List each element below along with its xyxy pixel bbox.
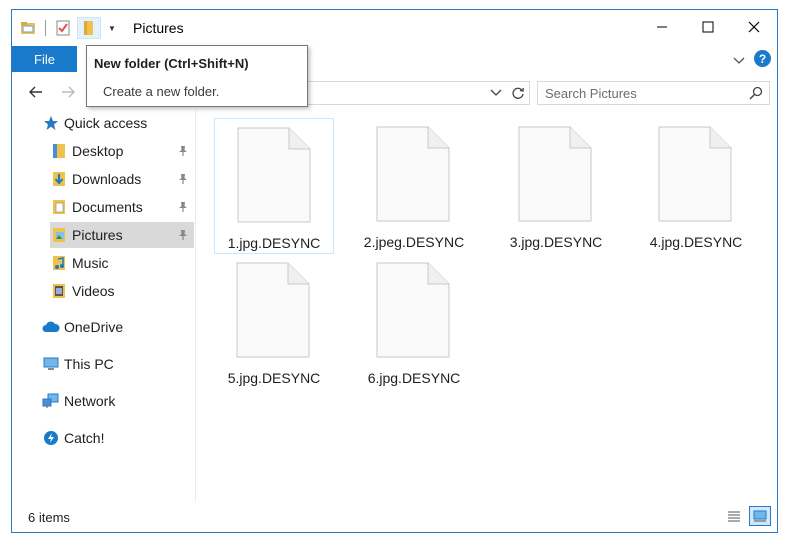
nav-network-label: Network xyxy=(64,393,116,409)
customize-toolbar-dropdown[interactable]: ▼ xyxy=(105,24,119,33)
new-folder-tooltip: New folder (Ctrl+Shift+N) Create a new f… xyxy=(86,45,308,107)
nav-item-videos[interactable]: Videos xyxy=(50,278,194,304)
maximize-button[interactable] xyxy=(685,10,731,44)
help-button[interactable]: ? xyxy=(754,50,771,67)
search-icon[interactable] xyxy=(749,86,763,103)
network-icon xyxy=(42,392,60,410)
nav-item-music[interactable]: Music xyxy=(50,250,194,276)
blank-file-icon xyxy=(376,262,450,358)
blank-file-icon xyxy=(236,262,310,358)
nav-onedrive[interactable]: OneDrive xyxy=(42,314,192,340)
new-folder-button[interactable] xyxy=(77,17,101,39)
tooltip-description: Create a new folder. xyxy=(103,84,220,99)
back-button[interactable] xyxy=(25,82,47,102)
pin-icon[interactable] xyxy=(178,144,188,160)
search-box[interactable]: Search Pictures xyxy=(537,81,770,105)
downloads-icon xyxy=(50,170,68,188)
file-name: 4.jpg.DESYNC xyxy=(649,234,743,250)
file-name: 6.jpg.DESYNC xyxy=(367,370,461,386)
pin-icon[interactable] xyxy=(178,172,188,188)
blank-file-icon xyxy=(376,126,450,222)
nav-network[interactable]: Network xyxy=(42,388,192,414)
forward-button[interactable] xyxy=(57,82,79,102)
nav-item-label: Documents xyxy=(72,199,143,215)
file-item[interactable]: 6.jpg.DESYNC xyxy=(354,254,474,390)
file-item[interactable]: 2.jpeg.DESYNC xyxy=(354,118,474,254)
large-icons-view-button[interactable] xyxy=(749,506,771,526)
file-item[interactable]: 1.jpg.DESYNC xyxy=(214,118,334,254)
catch-app-icon xyxy=(42,429,60,447)
nav-item-downloads[interactable]: Downloads xyxy=(50,166,194,192)
tooltip-title: New folder (Ctrl+Shift+N) xyxy=(94,56,249,71)
star-icon xyxy=(42,114,60,132)
refresh-button[interactable] xyxy=(508,83,528,103)
file-name: 1.jpg.DESYNC xyxy=(227,235,321,251)
file-list-area: 1.jpg.DESYNC 2.jpeg.DESYNC 3.jpg.DESYNC … xyxy=(208,114,773,504)
address-history-chevron-icon[interactable] xyxy=(490,85,502,100)
folder-app-icon[interactable] xyxy=(18,18,38,38)
desktop-icon xyxy=(50,142,68,160)
minimize-button[interactable] xyxy=(639,10,685,44)
search-placeholder: Search Pictures xyxy=(545,86,637,101)
file-name: 2.jpeg.DESYNC xyxy=(363,234,465,250)
title-bar: ▼ Pictures xyxy=(12,10,777,46)
properties-icon[interactable] xyxy=(53,18,73,38)
computer-icon xyxy=(42,355,60,373)
nav-catch[interactable]: Catch! xyxy=(42,425,192,451)
file-tab[interactable]: File xyxy=(12,46,77,72)
pictures-icon xyxy=(50,226,68,244)
nav-quick-access[interactable]: Quick access xyxy=(42,110,192,136)
pin-icon[interactable] xyxy=(178,228,188,244)
file-item[interactable]: 5.jpg.DESYNC xyxy=(214,254,334,390)
documents-icon xyxy=(50,198,68,216)
view-toggle xyxy=(723,506,771,526)
nav-quick-access-label: Quick access xyxy=(64,115,148,131)
window-controls xyxy=(639,10,777,44)
nav-item-pictures[interactable]: Pictures xyxy=(50,222,194,248)
cloud-icon xyxy=(42,318,60,336)
music-icon xyxy=(50,254,68,272)
blank-file-icon xyxy=(658,126,732,222)
nav-this-pc[interactable]: This PC xyxy=(42,351,192,377)
nav-catch-label: Catch! xyxy=(64,430,105,446)
details-view-button[interactable] xyxy=(723,506,745,526)
pin-icon[interactable] xyxy=(178,200,188,216)
nav-onedrive-label: OneDrive xyxy=(64,319,124,335)
expand-ribbon-chevron-icon[interactable] xyxy=(733,53,745,68)
nav-item-desktop[interactable]: Desktop xyxy=(50,138,194,164)
file-name: 3.jpg.DESYNC xyxy=(509,234,603,250)
nav-item-label: Downloads xyxy=(72,171,142,187)
nav-item-label: Videos xyxy=(72,283,115,299)
file-item[interactable]: 3.jpg.DESYNC xyxy=(496,118,616,254)
nav-item-documents[interactable]: Documents xyxy=(50,194,194,220)
file-name: 5.jpg.DESYNC xyxy=(227,370,321,386)
videos-icon xyxy=(50,282,68,300)
toolbar-separator xyxy=(45,20,46,36)
close-button[interactable] xyxy=(731,10,777,44)
nav-item-label: Pictures xyxy=(72,227,123,243)
window-title: Pictures xyxy=(133,20,184,36)
nav-item-label: Music xyxy=(72,255,109,271)
nav-item-label: Desktop xyxy=(72,143,124,159)
nav-this-pc-label: This PC xyxy=(64,356,114,372)
blank-file-icon xyxy=(518,126,592,222)
status-item-count: 6 items xyxy=(28,510,70,525)
blank-file-icon xyxy=(237,127,311,223)
quick-access-toolbar: ▼ xyxy=(18,17,119,39)
pane-splitter[interactable] xyxy=(195,110,196,502)
file-item[interactable]: 4.jpg.DESYNC xyxy=(636,118,756,254)
navigation-pane: Quick access Desktop Downloads Documents… xyxy=(12,114,194,504)
